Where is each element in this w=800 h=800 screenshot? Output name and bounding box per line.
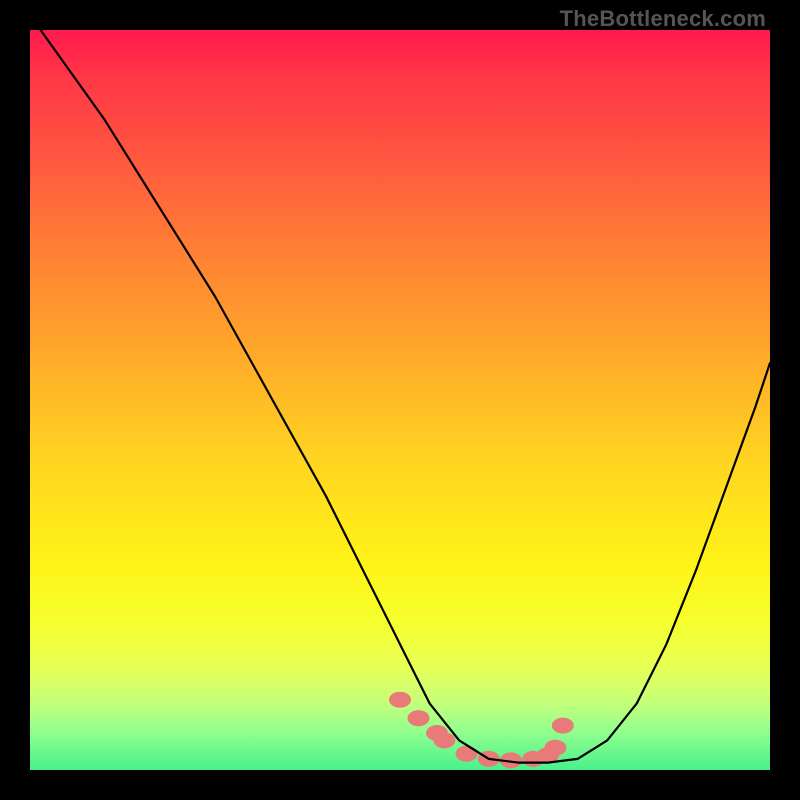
marker-dot <box>408 710 430 726</box>
marker-dot <box>544 740 566 756</box>
bottleneck-curve <box>30 30 770 763</box>
watermark-text: TheBottleneck.com <box>560 6 766 32</box>
chart-frame: TheBottleneck.com <box>0 0 800 800</box>
marker-dot <box>433 732 455 748</box>
plot-area <box>30 30 770 770</box>
marker-dot <box>552 718 574 734</box>
marker-dot <box>456 746 478 762</box>
marker-dot <box>389 692 411 708</box>
highlight-markers <box>389 692 574 769</box>
curve-layer <box>30 30 770 770</box>
